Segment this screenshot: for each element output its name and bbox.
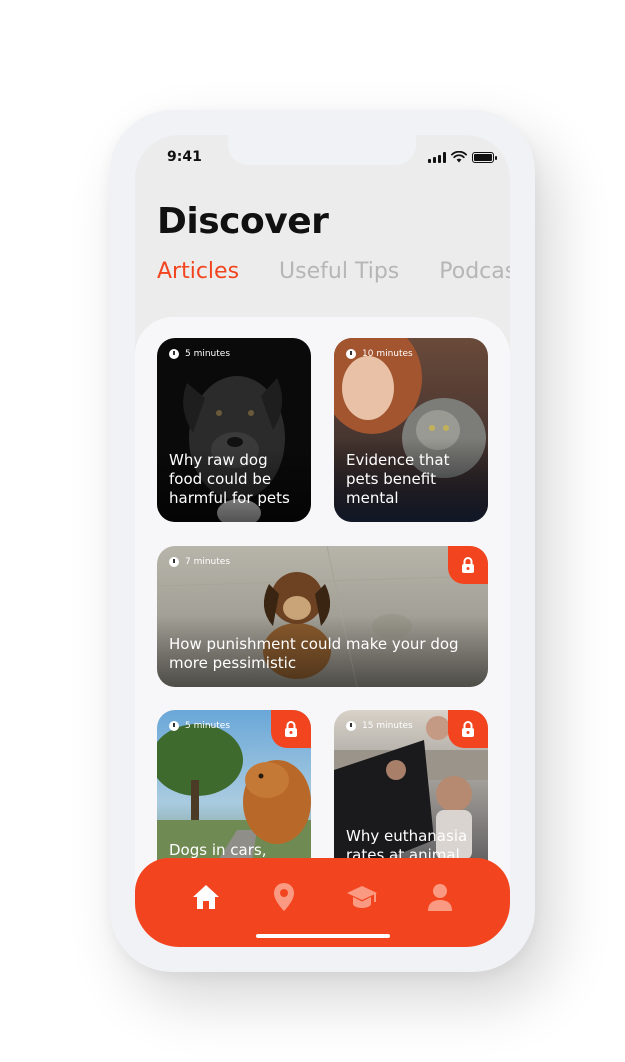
premium-lock-badge xyxy=(448,710,488,748)
duration-label: 5 minutes xyxy=(185,349,231,359)
home-indicator xyxy=(256,934,390,938)
lock-icon xyxy=(462,556,474,573)
category-tabs: Articles Useful Tips Podcast xyxy=(157,259,510,284)
read-time: 5 minutes xyxy=(169,721,230,731)
article-title: How punishment could make your dog more … xyxy=(169,635,459,672)
tab-podcast[interactable]: Podcast xyxy=(439,259,510,284)
duration-label: 15 minutes xyxy=(362,721,413,731)
premium-lock-badge xyxy=(448,546,488,584)
clock-icon xyxy=(169,557,179,567)
read-time: 7 minutes xyxy=(169,557,230,567)
articles-sheet: 5 minutes Why raw dog food could be harm… xyxy=(135,317,510,947)
read-time: 15 minutes xyxy=(346,721,413,731)
lock-icon xyxy=(285,720,297,737)
duration-label: 10 minutes xyxy=(362,349,413,359)
graduation-cap-icon xyxy=(347,886,377,908)
home-icon xyxy=(193,885,219,909)
duration-label: 5 minutes xyxy=(185,721,231,731)
article-card[interactable]: 7 minutes How punishment could make your… xyxy=(157,546,488,687)
battery-icon xyxy=(472,151,497,163)
location-pin-icon xyxy=(274,883,294,911)
duration-label: 7 minutes xyxy=(185,557,231,567)
article-title: Why raw dog food could be harmful for pe… xyxy=(169,451,290,507)
nav-home[interactable] xyxy=(189,880,223,914)
status-time: 9:41 xyxy=(167,149,202,165)
premium-lock-badge xyxy=(271,710,311,748)
read-time: 10 minutes xyxy=(346,349,413,359)
notch xyxy=(228,135,416,165)
clock-icon xyxy=(169,349,179,359)
read-time: 5 minutes xyxy=(169,349,230,359)
nav-learn[interactable] xyxy=(345,880,379,914)
wifi-icon xyxy=(451,151,467,163)
article-title: Evidence that pets benefit mental xyxy=(346,451,450,507)
tab-useful-tips[interactable]: Useful Tips xyxy=(279,259,399,284)
nav-location[interactable] xyxy=(267,880,301,914)
article-card[interactable]: 5 minutes Why raw dog food could be harm… xyxy=(157,338,311,522)
clock-icon xyxy=(169,721,179,731)
cellular-signal-icon xyxy=(428,151,446,163)
app-screen: 9:41 Discover Articles Useful Tips Podca… xyxy=(135,135,510,947)
lock-icon xyxy=(462,720,474,737)
user-icon xyxy=(428,884,452,911)
clock-icon xyxy=(346,349,356,359)
tab-articles[interactable]: Articles xyxy=(157,259,239,284)
page-title: Discover xyxy=(157,201,329,242)
nav-profile[interactable] xyxy=(423,880,457,914)
clock-icon xyxy=(346,721,356,731)
article-card[interactable]: 10 minutes Evidence that pets benefit me… xyxy=(334,338,488,522)
phone-frame: 9:41 Discover Articles Useful Tips Podca… xyxy=(110,110,535,972)
status-icons xyxy=(428,151,497,163)
bottom-navigation xyxy=(135,858,510,947)
